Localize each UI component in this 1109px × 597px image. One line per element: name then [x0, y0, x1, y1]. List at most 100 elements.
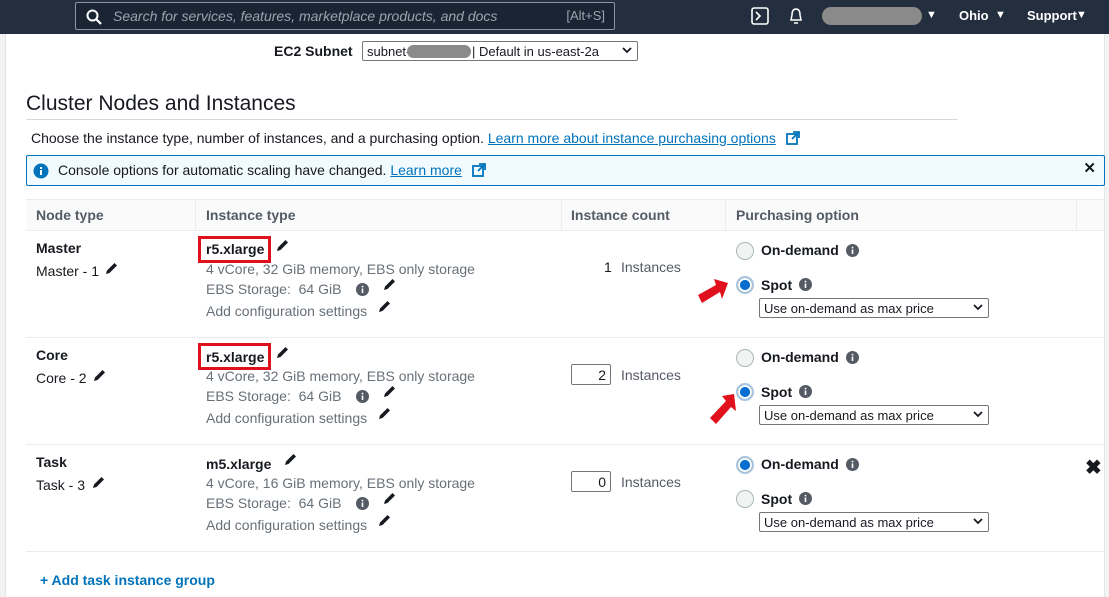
description-text: Choose the instance type, number of inst…	[31, 130, 484, 146]
pencil-icon[interactable]	[92, 368, 107, 386]
right-gutter	[1104, 34, 1109, 597]
account-menu-redacted[interactable]	[822, 7, 922, 25]
row-divider	[26, 444, 1104, 445]
instance-count-input[interactable]: 0	[571, 471, 611, 492]
max-price-select[interactable]: Use on-demand as max price	[759, 512, 989, 532]
ebs-label: EBS Storage:	[206, 388, 291, 404]
instance-type-value: r5.xlarge	[206, 241, 265, 257]
info-icon[interactable]	[356, 497, 369, 513]
column-divider	[1076, 200, 1077, 230]
info-icon[interactable]	[846, 458, 859, 474]
external-link-icon[interactable]	[785, 131, 800, 148]
red-arrow-annotation	[696, 279, 730, 310]
ebs-value: 64 GiB	[298, 495, 342, 511]
ebs-value: 64 GiB	[298, 281, 342, 297]
info-icon[interactable]	[846, 351, 859, 367]
subnet-select[interactable]: subnet- | Default in us-east-2a	[362, 41, 638, 61]
pencil-icon[interactable]	[275, 238, 290, 256]
cloudshell-icon[interactable]	[751, 7, 769, 28]
node-type-master: Master	[36, 240, 82, 256]
add-configuration-link[interactable]: Add configuration settings	[206, 517, 367, 533]
search-input[interactable]: Search for services, features, marketpla…	[75, 2, 615, 30]
max-price-select[interactable]: Use on-demand as max price	[759, 298, 989, 318]
spot-label: Spot	[761, 491, 793, 507]
max-price-value: Use on-demand as max price	[764, 301, 934, 316]
radio-on-demand[interactable]	[736, 349, 754, 367]
chevron-down-icon: ▼	[926, 9, 937, 21]
pencil-icon[interactable]	[377, 299, 392, 317]
pencil-icon[interactable]	[377, 406, 392, 424]
max-price-select[interactable]: Use on-demand as max price	[759, 405, 989, 425]
region-selector[interactable]: Ohio	[959, 8, 989, 23]
bell-icon[interactable]	[787, 7, 805, 28]
chevron-down-icon	[972, 301, 984, 316]
add-configuration-link[interactable]: Add configuration settings	[206, 410, 367, 426]
instance-count-input[interactable]: 2	[571, 364, 611, 385]
top-nav: Search for services, features, marketpla…	[0, 0, 1109, 34]
radio-spot-selected[interactable]	[736, 276, 754, 294]
ebs-label: EBS Storage:	[206, 281, 291, 297]
info-icon[interactable]	[799, 278, 812, 294]
learn-more-purchasing-link[interactable]: Learn more about instance purchasing opt…	[488, 130, 776, 146]
pencil-icon[interactable]	[382, 384, 397, 402]
instance-spec: 4 vCore, 16 GiB memory, EBS only storage	[206, 475, 475, 491]
node-type-core: Core	[36, 347, 68, 363]
add-task-instance-group-link[interactable]: + Add task instance group	[40, 572, 215, 588]
close-icon[interactable]: ✕	[1083, 159, 1096, 177]
info-icon[interactable]	[356, 390, 369, 406]
pencil-icon[interactable]	[91, 475, 106, 493]
radio-spot[interactable]	[736, 490, 754, 508]
chevron-down-icon	[621, 44, 633, 59]
pencil-icon[interactable]	[104, 261, 119, 279]
section-description: Choose the instance type, number of inst…	[31, 130, 800, 148]
instance-count-value: 1	[604, 259, 612, 275]
instances-label: Instances	[621, 259, 681, 275]
header-instance-count: Instance count	[571, 207, 670, 223]
row-divider	[26, 551, 1104, 552]
info-icon	[33, 163, 49, 182]
info-icon[interactable]	[846, 244, 859, 260]
header-instance-type: Instance type	[206, 207, 296, 223]
pencil-icon[interactable]	[377, 513, 392, 531]
subnet-id-redacted	[407, 45, 471, 58]
column-divider	[725, 200, 726, 230]
on-demand-label: On-demand	[761, 242, 839, 258]
search-icon	[86, 9, 102, 28]
radio-on-demand-selected[interactable]	[736, 456, 754, 474]
instances-label: Instances	[621, 474, 681, 490]
info-icon[interactable]	[799, 492, 812, 508]
instance-spec: 4 vCore, 32 GiB memory, EBS only storage	[206, 261, 475, 277]
info-alert: Console options for automatic scaling ha…	[26, 155, 1105, 186]
subnet-label: EC2 Subnet	[274, 43, 353, 59]
support-menu[interactable]: Support	[1027, 8, 1077, 23]
max-price-value: Use on-demand as max price	[764, 408, 934, 423]
pencil-icon[interactable]	[275, 345, 290, 363]
on-demand-label: On-demand	[761, 456, 839, 472]
remove-task-group-icon[interactable]: ✖	[1085, 455, 1102, 480]
spot-label: Spot	[761, 384, 793, 400]
column-divider	[195, 200, 196, 230]
radio-spot-selected[interactable]	[736, 383, 754, 401]
chevron-down-icon	[972, 408, 984, 423]
info-icon[interactable]	[799, 385, 812, 401]
subnet-prefix: subnet-	[367, 44, 411, 59]
ebs-storage: EBS Storage: 64 GiB	[206, 281, 341, 297]
pencil-icon[interactable]	[283, 452, 298, 470]
spot-label: Spot	[761, 277, 793, 293]
header-purchasing-option: Purchasing option	[736, 207, 859, 223]
node-count-label: Core - 2	[36, 370, 87, 386]
chevron-down-icon: ▼	[995, 9, 1006, 21]
alert-text: Console options for automatic scaling ha…	[58, 162, 387, 178]
pencil-icon[interactable]	[382, 491, 397, 509]
info-icon[interactable]	[356, 283, 369, 299]
alert-learn-more-link[interactable]: Learn more	[390, 162, 462, 178]
instances-label: Instances	[621, 367, 681, 383]
instance-type-value: r5.xlarge	[206, 349, 265, 365]
chevron-down-icon	[972, 515, 984, 530]
external-link-icon[interactable]	[471, 163, 486, 180]
add-configuration-link[interactable]: Add configuration settings	[206, 303, 367, 319]
radio-on-demand[interactable]	[736, 242, 754, 260]
subnet-suffix: | Default in us-east-2a	[472, 44, 599, 59]
pencil-icon[interactable]	[382, 277, 397, 295]
instance-spec: 4 vCore, 32 GiB memory, EBS only storage	[206, 368, 475, 384]
